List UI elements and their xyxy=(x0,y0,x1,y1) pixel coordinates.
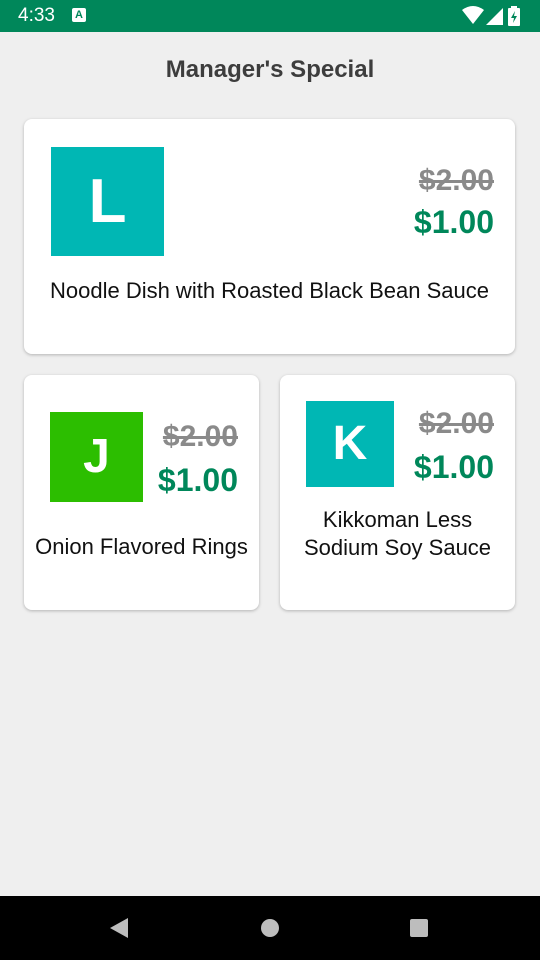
tile-letter: K xyxy=(332,417,368,470)
wifi-icon xyxy=(462,6,484,24)
product-tile: J xyxy=(50,412,143,502)
product-tile: L xyxy=(51,147,164,256)
recents-button[interactable] xyxy=(403,912,435,944)
original-price: $2.00 xyxy=(418,407,494,440)
navigation-bar xyxy=(0,896,540,960)
product-name: Kikkoman Less Sodium Soy Sauce xyxy=(303,507,492,560)
status-icons xyxy=(462,6,522,26)
status-bar: 4:33 A xyxy=(0,0,540,32)
sale-price: $1.00 xyxy=(157,462,238,498)
original-price: $2.00 xyxy=(162,420,238,453)
tile-letter: J xyxy=(83,430,110,483)
sale-price: $1.00 xyxy=(413,204,494,240)
product-tile: K xyxy=(306,401,394,487)
page-title: Manager's Special xyxy=(165,56,375,83)
original-price: $2.00 xyxy=(418,164,494,197)
tile-letter: L xyxy=(88,167,127,236)
battery-icon xyxy=(508,6,520,26)
back-icon xyxy=(110,918,128,938)
recents-icon xyxy=(410,919,428,937)
special-card[interactable]: K $2.00 $1.00 Kikkoman Less Sodium Soy S… xyxy=(280,375,515,610)
home-button[interactable] xyxy=(254,912,286,944)
sale-price: $1.00 xyxy=(413,449,494,485)
special-card[interactable]: J $2.00 $1.00 Onion Flavored Rings xyxy=(24,375,259,610)
special-card[interactable]: L $2.00 $1.00 Noodle Dish with Roasted B… xyxy=(24,119,515,354)
product-name: Onion Flavored Rings xyxy=(35,534,248,559)
status-time: 4:33 xyxy=(18,5,55,26)
a-icon: A xyxy=(72,8,86,22)
back-button[interactable] xyxy=(104,912,136,944)
signal-icon xyxy=(486,8,503,25)
product-name: Noodle Dish with Roasted Black Bean Sauc… xyxy=(49,278,490,303)
home-icon xyxy=(261,919,279,937)
